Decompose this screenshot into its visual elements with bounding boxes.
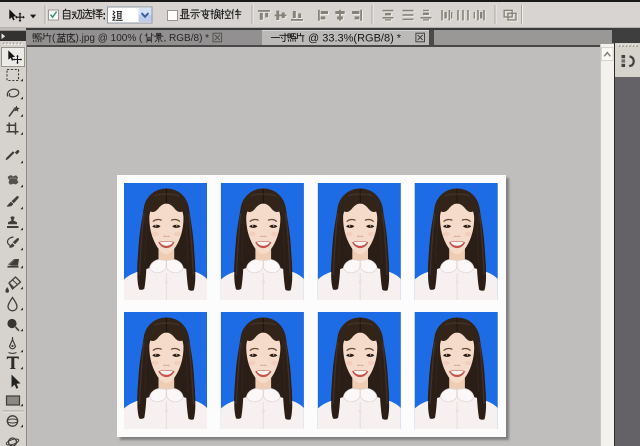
svg-text:(: ( (52, 33, 56, 44)
svg-text:).jpg @ 100% (: ).jpg @ 100% ( (76, 33, 144, 44)
svg-text:, RGB/8) *: , RGB/8) * (164, 33, 210, 44)
svg-text:@ 33.3%(RGB/8) *: @ 33.3%(RGB/8) * (308, 33, 402, 45)
